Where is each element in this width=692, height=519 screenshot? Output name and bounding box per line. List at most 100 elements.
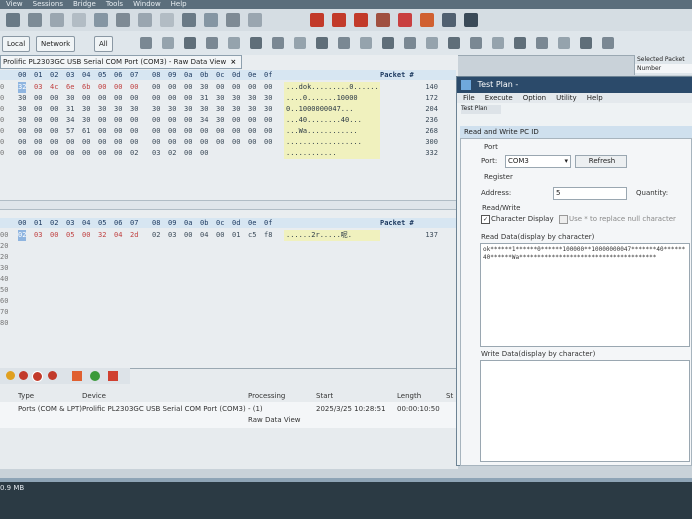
hex-byte[interactable]: 00 <box>232 126 240 137</box>
view-tool-21-icon[interactable] <box>602 37 614 49</box>
hex-row[interactable]: 60 <box>0 296 456 307</box>
hex-byte[interactable]: 02 <box>130 148 138 159</box>
view-tool-13-icon[interactable] <box>426 37 438 49</box>
view-tool-1-icon[interactable] <box>162 37 174 49</box>
hex-byte[interactable]: 31 <box>200 93 208 104</box>
toolbar-tool-10-icon[interactable] <box>226 13 240 27</box>
hex-byte[interactable]: 4c <box>50 82 58 93</box>
hex-byte[interactable]: 00 <box>200 137 208 148</box>
hex-row[interactable]: 0 00 00 00 00 00 00 00 02 03 02 00 00............ 332 <box>0 148 456 159</box>
toolbar-tool-19-icon[interactable] <box>464 13 478 27</box>
hex-byte[interactable]: 00 <box>216 230 224 241</box>
hex-byte[interactable]: 61 <box>82 126 90 137</box>
menu-item-help[interactable]: Help <box>171 0 187 9</box>
hex-byte[interactable]: 00 <box>130 126 138 137</box>
hex-byte[interactable]: 00 <box>232 82 240 93</box>
hex-byte[interactable]: 00 <box>152 137 160 148</box>
hex-row[interactable]: 20 <box>0 252 456 263</box>
hex-byte[interactable]: 30 <box>130 104 138 115</box>
hex-byte[interactable]: 00 <box>248 137 256 148</box>
hex-byte[interactable]: 03 <box>168 230 176 241</box>
hex-row[interactable]: 20 <box>0 241 456 252</box>
hex-byte[interactable]: 02 <box>168 148 176 159</box>
hex-byte[interactable]: 30 <box>66 93 74 104</box>
view-tool-15-icon[interactable] <box>470 37 482 49</box>
hex-byte[interactable]: 00 <box>130 115 138 126</box>
column-device[interactable]: Device <box>82 392 106 400</box>
view-tool-18-icon[interactable] <box>536 37 548 49</box>
hex-byte[interactable]: 00 <box>114 126 122 137</box>
use-star-checkbox[interactable] <box>559 215 568 224</box>
toolbar-tool-0-icon[interactable] <box>6 13 20 27</box>
hex-byte[interactable]: 00 <box>18 126 26 137</box>
hex-byte[interactable]: 00 <box>34 115 42 126</box>
hex-byte[interactable]: 30 <box>114 104 122 115</box>
hex-byte[interactable]: 00 <box>184 148 192 159</box>
menu-item-tools[interactable]: Tools <box>106 0 123 9</box>
hex-byte[interactable]: 00 <box>34 93 42 104</box>
hex-byte[interactable]: 30 <box>82 115 90 126</box>
hex-byte[interactable]: 30 <box>232 93 240 104</box>
view-tool-0-icon[interactable] <box>140 37 152 49</box>
remove-icon[interactable] <box>108 371 118 381</box>
hex-byte[interactable]: 00 <box>98 82 106 93</box>
hex-byte[interactable]: 00 <box>184 93 192 104</box>
hex-byte[interactable]: 00 <box>168 126 176 137</box>
hex-byte[interactable]: 00 <box>66 148 74 159</box>
hex-byte[interactable]: 6b <box>82 82 90 93</box>
hex-row[interactable]: 0 00 00 00 00 00 00 00 00 00 00 00 00 00 00 00 00.......… <box>0 137 456 148</box>
view-tool-12-icon[interactable] <box>404 37 416 49</box>
hex-byte[interactable]: 2d <box>130 230 138 241</box>
toolbar-tool-8-icon[interactable] <box>182 13 196 27</box>
view-tool-5-icon[interactable] <box>250 37 262 49</box>
view-tool-20-icon[interactable] <box>580 37 592 49</box>
hex-byte[interactable]: 00 <box>50 115 58 126</box>
hex-byte[interactable]: 00 <box>200 148 208 159</box>
hex-byte[interactable]: 00 <box>152 115 160 126</box>
hex-byte[interactable]: 30 <box>232 104 240 115</box>
toolbar-tool-11-icon[interactable] <box>248 13 262 27</box>
hex-byte[interactable]: 00 <box>114 82 122 93</box>
port-select[interactable]: COM3 ▾ <box>505 155 571 168</box>
hex-byte[interactable]: 00 <box>264 126 272 137</box>
hex-byte[interactable]: 00 <box>264 115 272 126</box>
menu-item-window[interactable]: Window <box>133 0 161 9</box>
hex-byte[interactable]: 00 <box>184 115 192 126</box>
hex-byte[interactable]: 32 <box>18 82 27 93</box>
character-display-checkbox[interactable]: ✓ <box>481 215 490 224</box>
hex-byte[interactable]: 30 <box>200 82 208 93</box>
toolbar-tool-18-icon[interactable] <box>442 13 456 27</box>
pause-icon[interactable] <box>6 371 15 380</box>
hex-byte[interactable]: 03 <box>34 82 42 93</box>
column-length[interactable]: Length <box>397 392 421 400</box>
hex-byte[interactable]: 00 <box>216 82 224 93</box>
hex-row[interactable]: 00 02 03 00 05 00 32 04 2d 02 03 00 04 00 01 c5 f8......… <box>0 230 456 241</box>
hex-byte[interactable]: 00 <box>114 115 122 126</box>
hex-byte[interactable]: 30 <box>264 104 272 115</box>
hex-byte[interactable]: 00 <box>50 137 58 148</box>
hex-byte[interactable]: 30 <box>200 104 208 115</box>
hex-byte[interactable]: 00 <box>248 82 256 93</box>
toolbar-tool-6-icon[interactable] <box>138 13 152 27</box>
hex-byte[interactable]: 00 <box>82 137 90 148</box>
hex-byte[interactable]: 03 <box>152 148 160 159</box>
hex-byte[interactable]: 02 <box>152 230 160 241</box>
hex-byte[interactable]: 30 <box>18 104 26 115</box>
testplan-menu-execute[interactable]: Execute <box>485 93 513 103</box>
column-type[interactable]: Type <box>18 392 34 400</box>
testplan-menu-file[interactable]: File <box>463 93 475 103</box>
hex-byte[interactable]: 34 <box>200 115 208 126</box>
hex-byte[interactable]: 00 <box>34 104 42 115</box>
read-data-textarea[interactable]: ok******1******0******100000**1000000004… <box>480 243 690 347</box>
write-data-textarea[interactable] <box>480 360 690 462</box>
hex-byte[interactable]: 00 <box>18 137 26 148</box>
toolbar-tool-9-icon[interactable] <box>204 13 218 27</box>
column-processing[interactable]: Processing <box>248 392 285 400</box>
hex-byte[interactable]: 00 <box>152 82 160 93</box>
hex-byte[interactable]: 00 <box>50 104 58 115</box>
hex-byte[interactable]: 32 <box>98 230 106 241</box>
hex-byte[interactable]: 30 <box>216 115 224 126</box>
hex-byte[interactable]: 00 <box>184 82 192 93</box>
view-tool-19-icon[interactable] <box>558 37 570 49</box>
hex-byte[interactable]: 00 <box>50 148 58 159</box>
